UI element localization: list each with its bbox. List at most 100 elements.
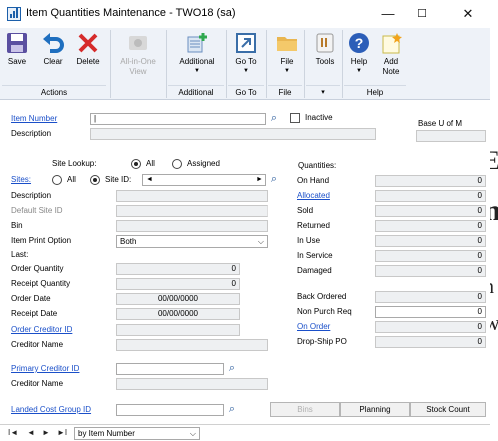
ribbon-separator xyxy=(266,30,267,98)
next-record-button[interactable]: ► xyxy=(42,428,50,438)
go-to-button[interactable]: Go To ▼ xyxy=(230,32,262,75)
landed-cost-link[interactable]: Landed Cost Group ID xyxy=(11,404,91,416)
undo-arrow-icon xyxy=(42,32,64,54)
sites-link[interactable]: Sites: xyxy=(11,174,31,186)
lookup-magnifier-icon[interactable]: ⌕ xyxy=(267,112,281,125)
dropdown-caret-icon: ▼ xyxy=(284,68,290,74)
quantity-label-allocated[interactable]: Allocated xyxy=(297,190,330,202)
quantity-value-allocated: 0 xyxy=(375,190,486,202)
base-uom-label: Base U of M xyxy=(418,119,463,128)
form-body: Item Number | ⌕ Inactive Description Bas… xyxy=(0,101,490,424)
bins-button[interactable]: Bins xyxy=(270,402,340,417)
landed-cost-magnifier-icon[interactable]: ⌕ xyxy=(225,403,239,416)
ribbon-toolbar: Save Clear Delete All-in-One View Additi… xyxy=(0,28,490,100)
floppy-disk-icon xyxy=(6,32,28,54)
site-lookup-assigned-radio[interactable] xyxy=(172,159,182,169)
file-button[interactable]: File ▼ xyxy=(272,32,302,75)
ribbon-separator xyxy=(226,30,227,98)
site-id-radio[interactable] xyxy=(90,175,100,185)
quantity-label-in-use: In Use xyxy=(297,236,321,245)
order-date-field: 00/00/0000 xyxy=(116,293,240,305)
site-lookup-assigned-label: Assigned xyxy=(187,159,220,168)
ribbon-group-tools: ▾ xyxy=(306,85,340,99)
first-record-button[interactable]: I◄ xyxy=(8,428,18,438)
ribbon-group-file: File xyxy=(268,85,302,99)
delete-button[interactable]: Delete xyxy=(72,32,104,67)
order-creditor-link[interactable]: Order Creditor ID xyxy=(11,324,72,336)
quantity-label-on-order[interactable]: On Order xyxy=(297,321,330,333)
creditor-name2-label: Creditor Name xyxy=(11,379,64,388)
inactive-checkbox[interactable] xyxy=(290,113,300,123)
save-label: Save xyxy=(7,57,27,66)
item-number-link[interactable]: Item Number xyxy=(11,113,57,125)
bin-field xyxy=(116,220,268,232)
quantity-value-back-ordered: 0 xyxy=(375,291,486,303)
site-lookup-all-radio[interactable] xyxy=(131,159,141,169)
description-field xyxy=(90,128,376,140)
ribbon-separator xyxy=(166,30,167,98)
primary-creditor-input[interactable] xyxy=(116,363,224,375)
quantity-label-sold: Sold xyxy=(297,206,314,215)
sites-all-radio[interactable] xyxy=(52,175,62,185)
quantity-value-returned: 0 xyxy=(375,220,486,232)
quantity-value-on-order: 0 xyxy=(375,321,486,333)
tools-button[interactable]: Tools xyxy=(310,32,340,67)
quantity-value-damaged: 0 xyxy=(375,265,486,277)
default-site-label: Default Site ID xyxy=(11,206,63,215)
close-button[interactable]: ✕ xyxy=(446,3,490,25)
site-prev-icon[interactable]: ◄ xyxy=(146,174,153,186)
dropdown-caret-icon: ▼ xyxy=(243,68,249,74)
planning-button[interactable]: Planning xyxy=(340,402,410,417)
previous-record-button[interactable]: ◄ xyxy=(27,428,35,438)
order-creditor-field xyxy=(116,324,240,336)
inactive-label: Inactive xyxy=(305,113,333,122)
site-id-input[interactable] xyxy=(142,174,266,186)
red-x-icon xyxy=(77,32,99,54)
item-number-input[interactable]: | xyxy=(90,113,266,125)
site-lookup-magnifier-icon[interactable]: ⌕ xyxy=(267,173,281,186)
item-quantities-window: Item Quantities Maintenance - TWO18 (sa)… xyxy=(0,0,498,441)
creditor-name2-field xyxy=(116,378,268,390)
site-next-icon[interactable]: ► xyxy=(256,174,263,186)
all-in-one-view-icon xyxy=(127,32,149,54)
print-option-label: Item Print Option xyxy=(11,236,72,245)
quantity-label-on-hand: On Hand xyxy=(297,176,330,185)
dropdown-caret-icon: ▼ xyxy=(356,68,362,74)
order-quantity-field: 0 xyxy=(116,263,240,275)
site-description-field xyxy=(116,190,268,202)
receipt-date-label: Receipt Date xyxy=(11,309,58,318)
last-label: Last: xyxy=(11,250,29,259)
primary-creditor-link[interactable]: Primary Creditor ID xyxy=(11,363,79,375)
ribbon-separator xyxy=(342,30,343,98)
additional-label: Additional xyxy=(179,57,215,66)
creditor-name-field xyxy=(116,339,268,351)
window-title: Item Quantities Maintenance - TWO18 (sa) xyxy=(26,7,236,19)
sort-order-select[interactable]: by Item Number ⌵ xyxy=(74,427,200,440)
order-date-label: Order Date xyxy=(11,294,51,303)
quantity-label-in-service: In Service xyxy=(297,251,333,260)
creditor-lookup-magnifier-icon[interactable]: ⌕ xyxy=(225,362,239,375)
quantity-label-back-ordered: Back Ordered xyxy=(297,292,347,301)
sort-order-value: by Item Number xyxy=(78,429,135,438)
all-in-one-label: All-in-One xyxy=(120,57,156,66)
add-note-button[interactable]: Add Note xyxy=(376,32,406,77)
landed-cost-input[interactable] xyxy=(116,404,224,416)
additional-button[interactable]: Additional ▼ xyxy=(170,32,224,75)
save-button[interactable]: Save xyxy=(6,32,28,67)
print-option-select[interactable]: Both ⌵ xyxy=(116,235,268,248)
default-site-field xyxy=(116,205,268,217)
ribbon-group-help: Help xyxy=(344,85,406,99)
all-in-one-view-button[interactable]: All-in-One View xyxy=(112,32,164,77)
description-label: Description xyxy=(11,129,52,138)
ribbon-separator xyxy=(110,30,111,98)
quantity-value-drop-ship-po: 0 xyxy=(375,336,486,348)
svg-text:?: ? xyxy=(355,35,364,51)
bin-label: Bin xyxy=(11,221,23,230)
clear-button[interactable]: Clear xyxy=(40,32,66,67)
background-window-edge: E n i n w l xyxy=(490,28,498,441)
stock-count-button[interactable]: Stock Count xyxy=(410,402,486,417)
maximize-button[interactable]: ☐ xyxy=(400,3,444,25)
last-record-button[interactable]: ►I xyxy=(57,428,67,438)
all-in-one-view-label: View xyxy=(129,67,147,76)
help-button[interactable]: ? Help ▼ xyxy=(346,32,372,75)
